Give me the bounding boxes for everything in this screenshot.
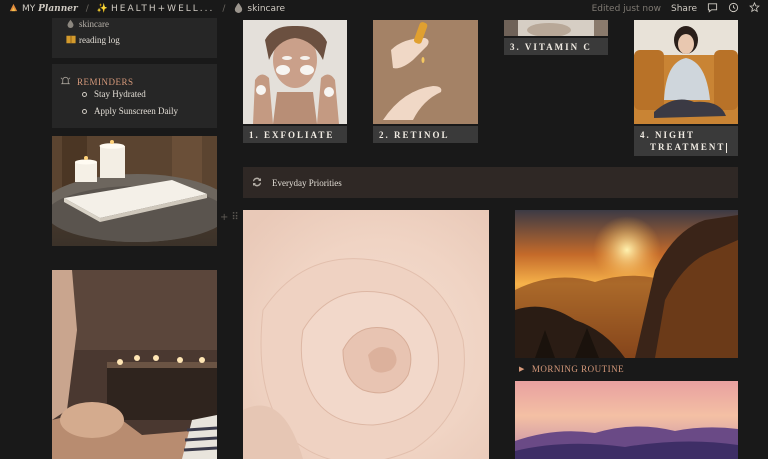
sidebar-item-reading-log[interactable]: reading log (66, 34, 120, 46)
breadcrumb-separator: / (222, 4, 226, 14)
star-icon[interactable] (749, 2, 760, 16)
droplet-icon (66, 19, 75, 30)
bullet (82, 108, 87, 114)
drag-handle-icon[interactable]: ⠿ (231, 212, 238, 223)
edited-status: Edited just now (591, 4, 662, 14)
droplet-icon (233, 2, 244, 16)
retinol-photo (373, 20, 478, 124)
topbar-actions: Edited just now Share (592, 0, 760, 18)
dusk-mountains-photo (515, 381, 738, 459)
block-handles: + ⠿ (220, 212, 239, 223)
spa-massage-photo (52, 270, 217, 459)
rose-photo (243, 210, 489, 459)
history-icon[interactable] (728, 2, 739, 16)
reminder-item: Apply Sunscreen Daily (82, 106, 178, 116)
sidebar-nav-card: skincare reading log (52, 18, 217, 58)
candle-book-photo (52, 136, 217, 246)
comment-icon[interactable] (707, 2, 718, 16)
step-caption-night-treatment[interactable]: 4. NIGHT TREATMENT (634, 126, 738, 156)
top-bar: MY Planner / ✨ HEALTH+WELL... / skincare… (0, 0, 768, 18)
breadcrumb: MY Planner / ✨ HEALTH+WELL... / skincare (8, 2, 285, 16)
bullet (82, 91, 87, 97)
step-caption-exfoliate: 1. EXFOLIATE (243, 126, 347, 143)
breadcrumb-planner-prefix: MY (22, 4, 36, 14)
sunrise-mountains-photo (515, 210, 738, 358)
breadcrumb-planner-name: Planner (38, 4, 78, 14)
planner-icon (8, 2, 19, 16)
caption-text: TREATMENT (650, 142, 726, 152)
sparkle-icon: ✨ (96, 4, 108, 14)
caption-line: 4. NIGHT (640, 130, 696, 140)
breadcrumb-health[interactable]: HEALTH+WELL... (111, 4, 214, 14)
caption-line: TREATMENT (640, 141, 728, 153)
vitamin-c-photo (504, 20, 608, 36)
morning-routine-toggle[interactable]: ▶ MORNING ROUTINE (519, 364, 624, 374)
sidebar-item-label: skincare (79, 19, 109, 29)
priorities-label: Everyday Priorities (272, 177, 342, 188)
sidebar-item-skincare[interactable]: skincare (67, 18, 109, 30)
book-icon (66, 35, 76, 44)
repeat-icon (251, 176, 263, 190)
bell-icon (60, 73, 71, 91)
reminders-title: REMINDERS (77, 77, 134, 87)
step-caption-vitamin-c: 3. VITAMIN C (504, 38, 608, 55)
reminder-item: Stay Hydrated (82, 89, 146, 99)
reminders-card: REMINDERS Stay Hydrated Apply Sunscreen … (52, 64, 217, 128)
step-caption-retinol: 2. RETINOL (373, 126, 478, 143)
breadcrumb-planner[interactable]: MY Planner (22, 4, 78, 14)
exfoliate-photo (243, 20, 347, 124)
sidebar-item-label: reading log (79, 35, 120, 45)
reminder-text: Stay Hydrated (94, 89, 146, 99)
night-treatment-photo (634, 20, 738, 124)
breadcrumb-separator: / (85, 4, 89, 14)
breadcrumb-current[interactable]: skincare (247, 4, 285, 14)
triangle-right-icon: ▶ (519, 365, 525, 373)
morning-routine-label: MORNING ROUTINE (531, 364, 625, 374)
share-button[interactable]: Share (671, 4, 697, 14)
reminder-text: Apply Sunscreen Daily (94, 106, 178, 116)
text-cursor (726, 142, 728, 153)
add-block-icon[interactable]: + (220, 212, 228, 223)
everyday-priorities-callout[interactable]: Everyday Priorities (243, 167, 738, 198)
